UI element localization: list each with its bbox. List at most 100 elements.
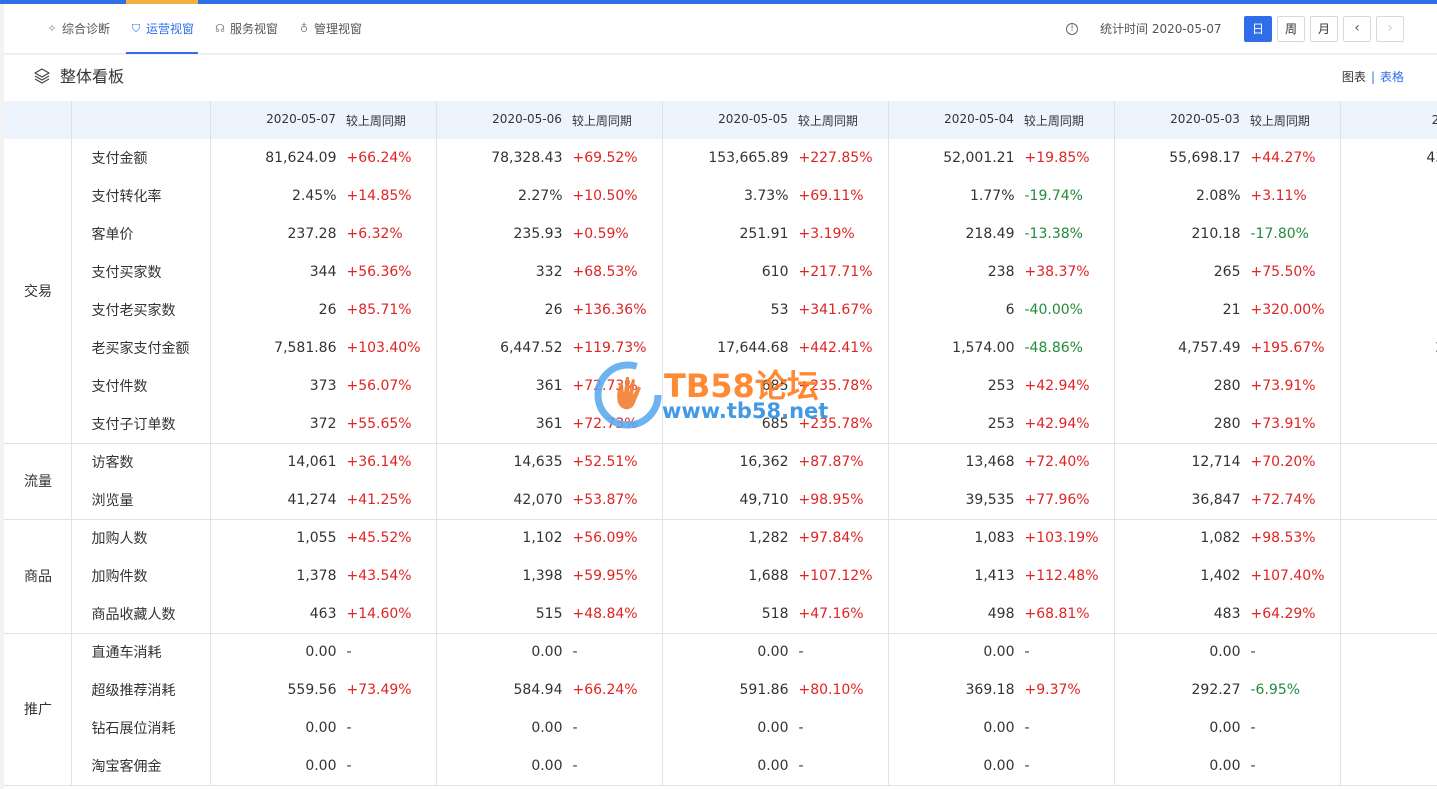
change-text: +80.10% [798, 682, 864, 698]
value-text: 1,378 [296, 568, 337, 584]
change-text: - [1250, 757, 1256, 774]
data-cell: 0.00- [210, 709, 437, 747]
value-text: 685 [761, 378, 789, 394]
data-cell: 685 +235.78% [662, 367, 889, 405]
data-cell: 251.91 +3.19% [662, 215, 889, 253]
change-text: +55.65% [346, 415, 412, 432]
metric-name-cell: 商品收藏人数 [71, 595, 211, 634]
metric-name-cell: 支付金额 [71, 139, 211, 177]
data-cell: 372 +55.65% [210, 405, 437, 444]
data-cell: 610 +217.71% [662, 253, 889, 291]
data-cell: 1,413 +112.48% [888, 557, 1115, 595]
data-cell: 235.93 +0.59% [436, 215, 663, 253]
table-header-row: 2020-05-07 较上周同期 2020-05-06 较上周同期 2020-05-05… [4, 101, 1437, 139]
tab-2[interactable]: ☊ 服务视窗 [214, 4, 278, 54]
data-cell: 1,102 +56.09% [436, 519, 663, 557]
data-cell: 591.86 +80.10% [662, 671, 889, 709]
change-text: - [798, 720, 804, 736]
value-text: 0.00 [757, 720, 789, 736]
value-text: 1,102 [522, 530, 563, 547]
data-cell: 52,001.21 +19.85% [888, 139, 1115, 177]
value-text: 39,535 [965, 491, 1015, 508]
column-date: 2020-05-06 [492, 111, 562, 126]
column-compare-label: 较上周同期 [1249, 113, 1310, 128]
change-text: +107.12% [798, 568, 873, 584]
header-date-column: 2020- [1340, 101, 1437, 139]
tab-1[interactable]: ⛉ 运营视窗 [125, 0, 199, 54]
next-date-button[interactable]: › [1376, 16, 1404, 42]
header-date-column: 2020-05-03 较上周同期 [1114, 101, 1341, 139]
data-cell: 0.00- [888, 747, 1115, 786]
metric-name-cell: 钻石展位消耗 [71, 709, 211, 747]
value-text: 238 [987, 264, 1015, 280]
data-cell: 0.00- [1114, 747, 1341, 786]
column-date: 2020-05-04 [944, 111, 1014, 126]
value-text: 0.00 [983, 644, 1015, 661]
metric-name-cell: 支付件数 [71, 367, 211, 405]
change-text: -17.80% [1250, 226, 1309, 242]
table-row: 交易 支付金额 81,624.09 +66.24% 78,328.43 +69.52% 15… [4, 139, 1437, 444]
value-text: 0.00 [1209, 720, 1241, 736]
overview-table: 2020-05-07 较上周同期 2020-05-06 较上周同期 2020-05-05… [4, 101, 1437, 786]
change-text: +72.74% [1250, 491, 1316, 508]
data-cell [1340, 633, 1437, 671]
value-text: 14,635 [513, 454, 563, 471]
change-text: +6.32% [346, 226, 403, 242]
change-text: +107.40% [1250, 568, 1325, 584]
change-text: +103.40% [346, 340, 421, 356]
data-cell: 280 +73.91% [1114, 367, 1341, 405]
tab-label: 运营视窗 [146, 22, 195, 36]
table-row: 加购件数 1,378 +43.54% 1,398 +59.95% 1,688 +107.12… [4, 557, 1437, 595]
value-text: 2,28 [1341, 340, 1437, 356]
column-compare-label: 较上周同期 [797, 113, 858, 128]
value-text: 372 [309, 415, 337, 432]
category-cell: 流量 [4, 443, 72, 520]
value-text: 4,757.49 [1178, 340, 1241, 356]
column-date: 2020- [1341, 113, 1437, 127]
value-text: 17,644.68 [717, 340, 789, 356]
table-row: 淘宝客佣金 0.00-0.00-0.00-0.00-0.00- [4, 747, 1437, 786]
value-text: 369.18 [965, 682, 1015, 698]
prev-date-button[interactable]: ‹ [1343, 16, 1371, 42]
data-cell: 14,061 +36.14% [210, 443, 437, 481]
view-table-link[interactable]: 表格 [1380, 70, 1404, 84]
tab-0[interactable]: ✧ 综合诊断 [46, 4, 110, 54]
data-cell: 26 +136.36% [436, 291, 663, 329]
tab-3[interactable]: ♁ 管理视窗 [298, 4, 362, 54]
period-week-button[interactable]: 周 [1277, 16, 1305, 42]
data-cell: 36,847 +72.74% [1114, 481, 1341, 520]
period-day-button[interactable]: 日 [1244, 16, 1272, 42]
value-text: 16,362 [739, 454, 789, 471]
table-row: 推广 直通车消耗 0.00-0.00-0.00-0.00-0.00- [4, 633, 1437, 786]
column-compare-label: 较上周同期 [571, 113, 632, 128]
value-text: 610 [761, 264, 789, 280]
value-text: 49,710 [739, 491, 789, 508]
period-month-button[interactable]: 月 [1310, 16, 1338, 42]
overview-table-container[interactable]: 2020-05-07 较上周同期 2020-05-06 较上周同期 2020-05-05… [4, 101, 1437, 789]
data-cell: 4,757.49 +195.67% [1114, 329, 1341, 367]
change-text: +227.85% [798, 150, 873, 166]
change-text: - [798, 757, 804, 774]
change-text: -19.74% [1024, 188, 1083, 204]
data-cell: 0.00- [1114, 709, 1341, 747]
info-icon[interactable]: ! [1066, 23, 1078, 35]
data-cell [1340, 557, 1437, 595]
change-text: +19.85% [1024, 150, 1090, 166]
data-cell: 43,49 [1340, 139, 1437, 177]
change-text: +36.14% [346, 454, 412, 471]
change-text: +41.25% [346, 491, 412, 508]
value-text: 559.56 [287, 682, 337, 698]
value-text: 361 [535, 378, 563, 394]
data-cell: 20 [1340, 215, 1437, 253]
data-cell: 0.00- [210, 747, 437, 786]
data-cell [1340, 747, 1437, 786]
view-chart-link[interactable]: 图表 [1342, 70, 1366, 84]
header-metric-cell [71, 101, 211, 139]
value-text: 1,083 [974, 530, 1015, 547]
value-text: 0.00 [305, 644, 337, 661]
data-cell: 1 [1340, 177, 1437, 215]
value-text: 280 [1213, 415, 1241, 432]
change-text: +73.49% [346, 682, 412, 698]
data-cell: 559.56 +73.49% [210, 671, 437, 709]
data-cell: 6 -40.00% [888, 291, 1115, 329]
